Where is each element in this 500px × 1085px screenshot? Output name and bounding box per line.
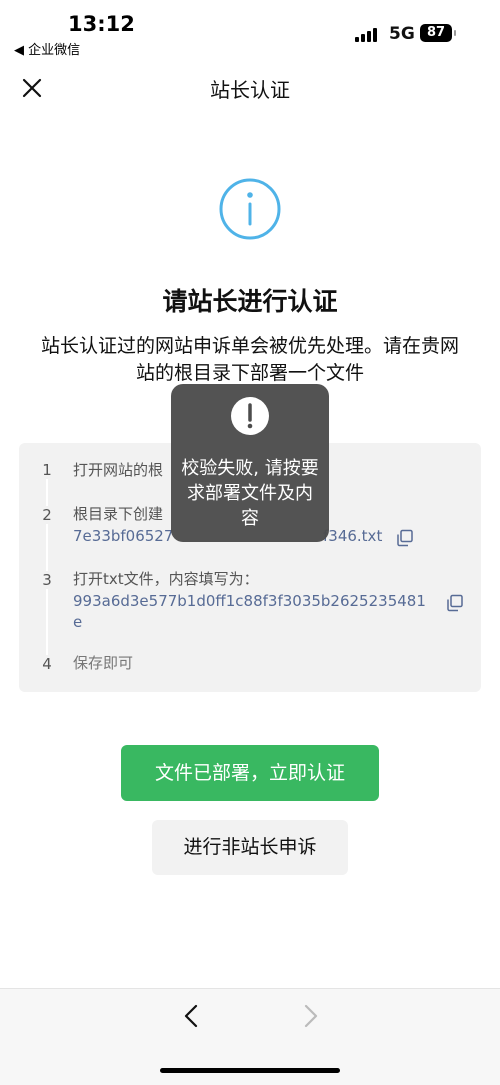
steps-timeline <box>46 472 48 662</box>
main-description: 站长认证过的网站申诉单会被优先处理。请在贵网站的根目录下部署一个文件 <box>40 335 459 384</box>
step-filename-link[interactable]: 7e33bf06527 <box>73 526 173 547</box>
home-indicator <box>160 1068 340 1073</box>
main-heading: 请站长进行认证 <box>162 287 338 316</box>
step-text-4: 保存即可 <box>73 654 134 672</box>
error-toast: 校验失败, 请按要求部署文件及内容 <box>171 384 329 542</box>
page-title: 站长认证 <box>210 78 290 102</box>
step-content-link[interactable]: 993a6d3e577b1d0ff1c88f3f3035b2625235481e <box>73 591 435 633</box>
browser-back-button[interactable] <box>178 1002 206 1030</box>
chevron-right-icon <box>304 1004 318 1028</box>
step-text-2: 根目录下创建 <box>73 505 164 523</box>
step-number-3: 3 <box>38 571 56 589</box>
step-number-4: 4 <box>38 655 56 673</box>
exclamation-circle-icon <box>230 396 270 436</box>
battery-icon: 87 <box>420 24 456 42</box>
status-bar: 13:12 ◀ 企业微信 5G 87 <box>0 0 500 60</box>
non-owner-appeal-button[interactable]: 进行非站长申诉 <box>152 820 348 875</box>
back-to-app-link[interactable]: ◀ 企业微信 <box>14 39 80 58</box>
step-number-2: 2 <box>38 506 56 524</box>
signal-icon <box>355 27 379 42</box>
copy-icon[interactable] <box>396 529 414 547</box>
step-text-1: 打开网站的根 <box>73 461 164 479</box>
info-circle-icon <box>218 177 282 241</box>
step-filename-tail[interactable]: f346.txt <box>323 526 382 547</box>
confirm-deployed-button[interactable]: 文件已部署，立即认证 <box>121 745 379 801</box>
browser-forward-button[interactable] <box>296 1002 324 1030</box>
chevron-left-icon <box>184 1004 198 1028</box>
step-number-1: 1 <box>38 461 56 479</box>
copy-icon[interactable] <box>446 594 464 612</box>
toast-message: 校验失败, 请按要求部署文件及内容 <box>181 458 319 529</box>
status-time: 13:12 <box>68 12 135 36</box>
step-text-3: 打开txt文件，内容填写为： <box>73 570 259 588</box>
network-label: 5G <box>389 24 415 44</box>
